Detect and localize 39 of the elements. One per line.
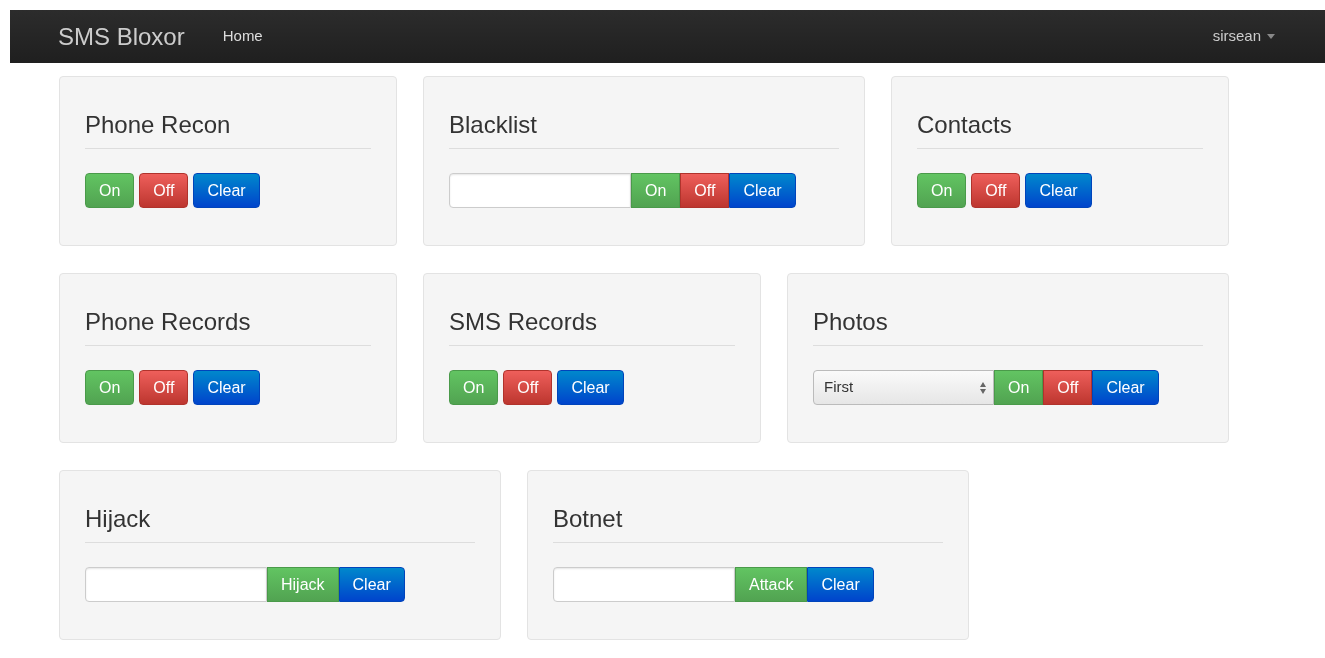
panel-title: Blacklist: [449, 110, 839, 149]
action-button[interactable]: Off: [1043, 370, 1093, 405]
stepper-icon: [979, 380, 987, 395]
action-button[interactable]: Off: [139, 173, 189, 208]
user-menu[interactable]: sirsean: [1212, 25, 1275, 48]
action-button[interactable]: Attack: [735, 567, 808, 602]
panel-title: Hijack: [85, 504, 475, 543]
text-field[interactable]: [449, 173, 631, 208]
text-field[interactable]: [553, 567, 735, 602]
action-button[interactable]: Clear: [807, 567, 874, 602]
action-button[interactable]: Clear: [557, 370, 624, 405]
action-button[interactable]: On: [917, 173, 967, 208]
panel-title: Botnet: [553, 504, 943, 543]
action-button[interactable]: Clear: [338, 567, 405, 602]
action-button[interactable]: On: [449, 370, 499, 405]
action-button[interactable]: Off: [680, 173, 730, 208]
action-button[interactable]: Clear: [1025, 173, 1092, 208]
action-button[interactable]: Off: [503, 370, 553, 405]
action-button[interactable]: On: [85, 173, 135, 208]
panel-title: Phone Records: [85, 307, 371, 346]
action-button[interactable]: Clear: [193, 370, 260, 405]
action-button[interactable]: On: [85, 370, 135, 405]
nav-link[interactable]: Home: [222, 25, 263, 48]
action-button[interactable]: Off: [971, 173, 1021, 208]
panel-title: Contacts: [917, 110, 1203, 149]
action-button[interactable]: Clear: [1092, 370, 1159, 405]
panel-title: Phone Recon: [85, 110, 371, 149]
text-field[interactable]: [85, 567, 267, 602]
panel-title: Photos: [813, 307, 1203, 346]
panel-title: SMS Records: [449, 307, 735, 346]
action-button[interactable]: On: [994, 370, 1044, 405]
action-button[interactable]: Clear: [729, 173, 796, 208]
action-button[interactable]: Hijack: [267, 567, 339, 602]
brand-title[interactable]: SMS Bloxor: [58, 18, 185, 55]
caret-icon: [1267, 34, 1275, 39]
action-button[interactable]: Clear: [193, 173, 260, 208]
action-button[interactable]: Off: [139, 370, 189, 405]
action-button[interactable]: On: [631, 173, 681, 208]
select-field[interactable]: First: [813, 370, 994, 405]
